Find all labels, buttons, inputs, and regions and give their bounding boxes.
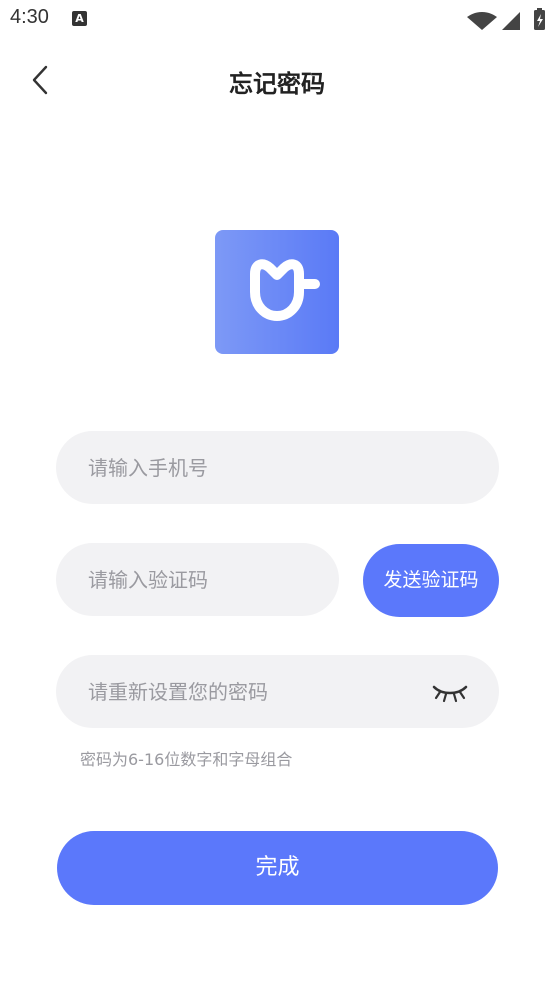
phone-field xyxy=(56,431,499,504)
password-hint: 密码为6-16位数字和字母组合 xyxy=(80,750,293,769)
wifi-icon xyxy=(467,12,497,30)
status-bar: 4:30 A xyxy=(0,0,554,40)
status-time: 4:30 xyxy=(10,6,49,28)
send-code-button[interactable]: 发送验证码 xyxy=(363,544,499,617)
verification-code-input[interactable] xyxy=(88,543,318,616)
battery-charging-icon xyxy=(534,8,545,30)
status-icons xyxy=(467,8,545,30)
page-title: 忘记密码 xyxy=(229,70,325,98)
notification-a-icon: A xyxy=(72,11,87,26)
password-input[interactable] xyxy=(88,655,418,728)
eye-closed-icon[interactable] xyxy=(431,681,469,703)
submit-button[interactable]: 完成 xyxy=(57,831,498,905)
password-field xyxy=(56,655,499,728)
app-logo-icon xyxy=(250,259,320,321)
cellular-signal-icon xyxy=(502,12,520,30)
phone-input[interactable] xyxy=(88,431,468,504)
app-logo xyxy=(215,230,339,354)
header: 忘记密码 xyxy=(0,52,554,108)
code-field xyxy=(56,543,339,616)
